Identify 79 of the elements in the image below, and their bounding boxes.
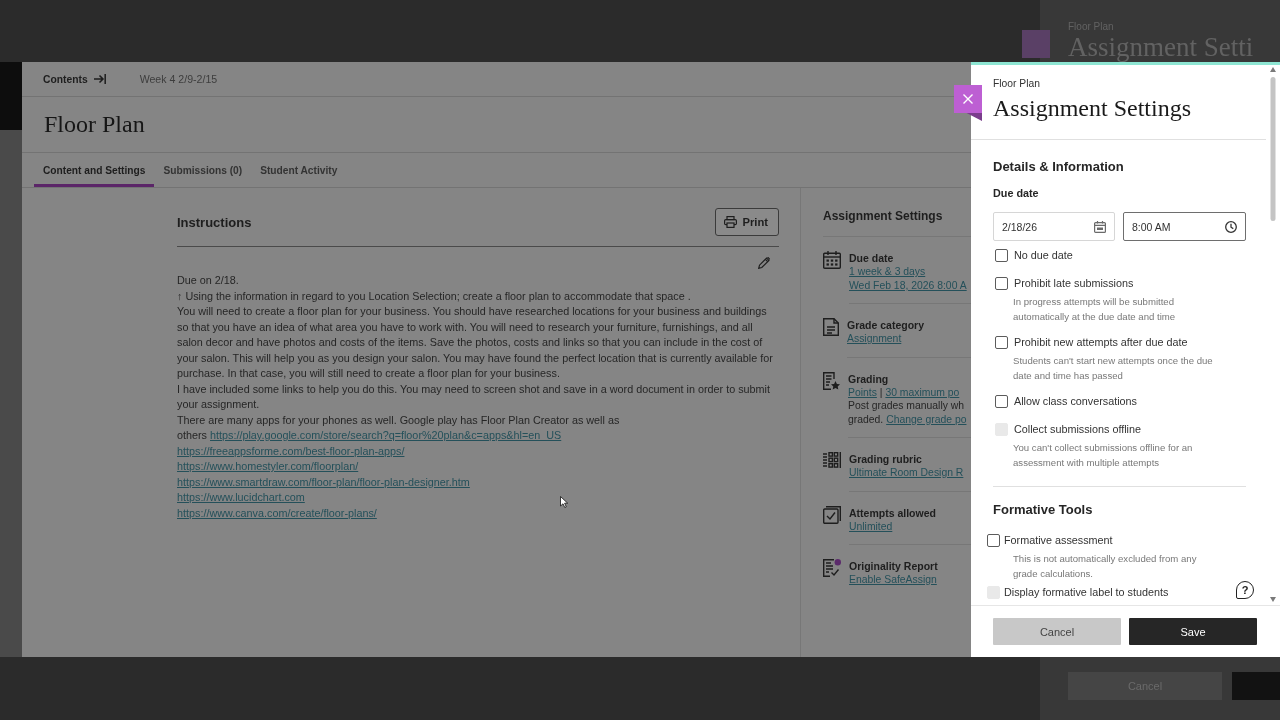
clock-icon[interactable] — [1225, 220, 1237, 233]
link[interactable]: Enable SafeAssign — [849, 574, 937, 585]
instruction-text: You will need to create a floor plan for your business. You should have researched locations for your business and buildings so that you have an idea of what area you have to work with. You will need to research your furniture, furnishings, and all salon decor and have photos and costs of the items. Save the photos, costs and links so that you can include in the cost of your salon. This will help you as you design your salon. You may have found the perfect location that is currently available for purchase. In that case, you will still need to create a floor plan for your business. — [177, 304, 774, 381]
section-heading: Details & Information — [993, 158, 1125, 176]
tab[interactable]: Submissions (0) — [154, 153, 252, 187]
contents-button[interactable]: Contents — [43, 73, 106, 85]
panel-subtitle: Floor Plan — [993, 77, 1041, 91]
link[interactable]: https://play.google.com/store/search?q=floor%20plan&c=apps&hl=en_US — [210, 429, 562, 441]
checkbox[interactable] — [995, 335, 1008, 349]
setting-title: Grading rubric — [849, 452, 923, 466]
link[interactable]: https://www.homestyler.com/floorplan/ — [177, 460, 359, 472]
print-button[interactable]: Print — [714, 208, 779, 236]
help-button[interactable]: ? — [1236, 581, 1254, 599]
checkbox-ticked-icon — [823, 505, 841, 524]
scrollbar[interactable] — [1267, 65, 1279, 604]
option-label: Allow class conversations — [1014, 395, 1137, 407]
mouse-pointer-icon — [560, 496, 568, 508]
link[interactable]: https://www.lucidchart.com — [177, 491, 305, 503]
setting-title: Due date — [849, 251, 895, 265]
panel-title: Assignment Settings — [993, 94, 1192, 123]
date-field[interactable]: 2/18/26 — [993, 212, 1115, 241]
setting-title: Attempts allowed — [849, 505, 937, 520]
option-label: Prohibit new attempts after due date — [1014, 336, 1188, 348]
instruction-text: others — [177, 429, 207, 441]
setting-title: Grading — [848, 371, 890, 386]
calendar-icon — [823, 251, 841, 269]
pencil-icon[interactable] — [758, 257, 770, 269]
save-button[interactable]: Save — [1129, 618, 1257, 645]
link[interactable]: https://www.canva.com/create/floor-plans/ — [177, 506, 377, 519]
section-heading: Instructions — [177, 214, 252, 230]
page-title: Floor Plan — [44, 111, 145, 138]
option-label: Collect submissions offline — [1014, 423, 1142, 435]
link[interactable]: Points — [848, 386, 877, 398]
option-description: This is not automatically excluded from any grade calculations. — [1013, 552, 1198, 581]
document-star-icon — [823, 371, 840, 390]
cancel-button[interactable]: Cancel — [993, 618, 1121, 645]
link[interactable]: Wed Feb 18, 2026 8:00 A — [849, 279, 967, 291]
document-icon — [823, 318, 839, 336]
tab[interactable]: Student Activity — [251, 153, 347, 187]
setting-title: Grade category — [847, 318, 926, 332]
instruction-text: ↑ Using the information in regard to you Location Selection; create a floor plan to accommodate that space . — [177, 288, 692, 304]
option-label: Formative assessment — [1004, 534, 1113, 546]
printer-icon — [723, 216, 737, 228]
link[interactable]: Change grade po — [886, 413, 967, 425]
link[interactable]: https://www.smartdraw.com/floor-plan/floor-plan-designer.htm — [177, 475, 470, 488]
link[interactable]: 30 maximum po — [885, 386, 960, 398]
instruction-text: Due on 2/18. — [177, 273, 240, 288]
breadcrumb-link[interactable]: Week 4 2/9-2/15 — [139, 73, 218, 85]
option-description: Students can't start new attempts once the due date and time has passed — [1013, 354, 1214, 383]
option-description: In progress attempts will be submitted automatically at the due date and time — [1013, 295, 1177, 324]
link[interactable]: Ultimate Room Design R — [849, 467, 964, 478]
setting-title: Originality Report — [849, 559, 939, 573]
blurred-tile — [1022, 30, 1050, 58]
grid-icon — [823, 452, 841, 468]
checkbox[interactable] — [987, 533, 1000, 547]
checkbox[interactable] — [995, 394, 1008, 408]
option-label: Prohibit late submissions — [1014, 277, 1134, 289]
instruction-text: I have included some links to help you do this. You may need to screen shot and save in a word document in order to submit your assignment. — [177, 381, 771, 412]
link[interactable]: 1 week & 3 days — [849, 266, 926, 277]
setting-text: Post grades manually wh — [848, 400, 965, 411]
checkbox[interactable] — [995, 248, 1008, 262]
checkbox[interactable] — [995, 276, 1008, 290]
option-label: Display formative label to students — [1004, 586, 1169, 598]
section-heading: Formative Tools — [993, 501, 1094, 519]
option-label: No due date — [1014, 249, 1073, 261]
link[interactable]: Assignment — [847, 333, 902, 344]
close-icon — [963, 94, 973, 104]
instruction-text: There are many apps for your phones as well. Google play has Floor Plan Creator as well as — [177, 412, 621, 428]
link[interactable]: Unlimited — [849, 520, 893, 532]
calendar-icon[interactable] — [1094, 220, 1106, 233]
setting-text: graded. — [848, 413, 884, 425]
field-label: Due date — [993, 186, 1040, 200]
document-check-icon — [823, 559, 841, 577]
link[interactable]: https://freeappsforme.com/best-floor-plan-apps/ — [177, 444, 405, 457]
tab[interactable]: Content and Settings — [34, 153, 155, 187]
setting-text: | — [879, 386, 883, 398]
option-description: You can't collect submissions offline for an assessment with multiple attempts — [1013, 441, 1194, 470]
arrow-to-line-icon — [93, 74, 106, 84]
time-field[interactable]: 8:00 AM — [1123, 212, 1246, 241]
